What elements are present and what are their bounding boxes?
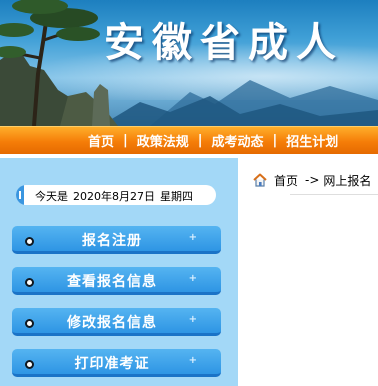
banner-title: 安徽省成人 [104, 20, 344, 66]
expand-icon: + [188, 232, 197, 243]
breadcrumb-divider [290, 194, 378, 195]
register-button[interactable]: 报名注册 + [12, 226, 221, 254]
expand-icon: + [188, 314, 197, 325]
edit-registration-button[interactable]: 修改报名信息 + [12, 308, 221, 336]
nav-separator: | [197, 133, 203, 148]
menu-label: 报名注册 [82, 233, 142, 249]
date-value: 2020年8月27日 [73, 190, 155, 203]
view-registration-button[interactable]: 查看报名信息 + [12, 267, 221, 295]
nav-item-policies[interactable]: 政策法规 [137, 131, 189, 150]
main-nav: 首页 | 政策法规 | 成考动态 | 招生计划 [0, 126, 378, 154]
nav-item-home[interactable]: 首页 [88, 131, 114, 150]
weekday: 星期四 [160, 190, 193, 203]
breadcrumb-current: 网上报名 [323, 173, 372, 188]
menu-label: 查看报名信息 [67, 274, 157, 290]
expand-icon: + [188, 355, 197, 366]
nav-separator: | [272, 133, 278, 148]
nav-item-exam-news[interactable]: 成考动态 [212, 131, 264, 150]
breadcrumb-arrow: -> [305, 173, 320, 187]
print-admission-ticket-button[interactable]: 打印准考证 + [12, 349, 221, 377]
date-tab-icon [16, 185, 24, 205]
breadcrumb: 首页 -> 网上报名 [252, 170, 371, 190]
menu-label: 打印准考证 [74, 356, 150, 372]
menu-label: 修改报名信息 [67, 315, 157, 331]
date-display: 今天是 2020年8月27日 星期四 [16, 185, 216, 205]
home-icon [253, 173, 267, 187]
nav-separator: | [123, 133, 128, 148]
left-sidebar: 今天是 2020年8月27日 星期四 报名注册 + 查看报名信息 + 修改报名信息 … [0, 158, 238, 386]
breadcrumb-home[interactable]: 首页 [274, 172, 298, 189]
date-label: 今天是 [35, 190, 68, 203]
nav-item-enrollment-plan[interactable]: 招生计划 [286, 131, 338, 150]
expand-icon: + [188, 273, 197, 284]
site-banner: 安徽省成人 [0, 0, 378, 126]
